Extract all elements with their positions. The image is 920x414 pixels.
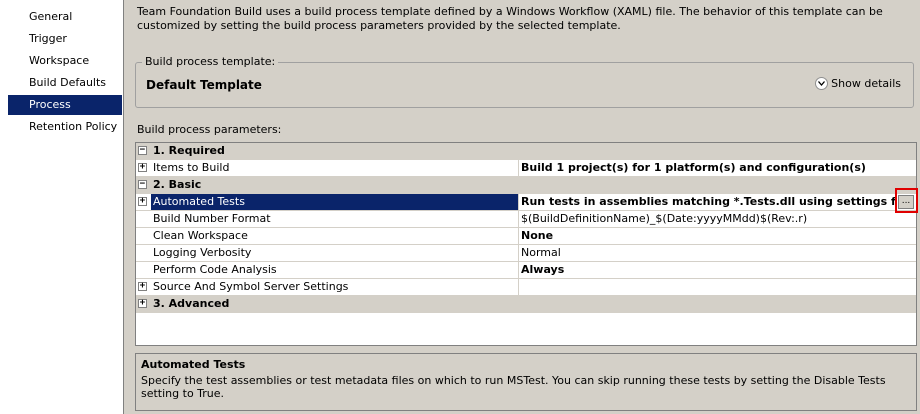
expand-icon[interactable]: + — [138, 163, 147, 172]
property-name: Logging Verbosity — [153, 246, 252, 259]
intro-text: Team Foundation Build uses a build proce… — [137, 5, 883, 32]
property-row-items-to-build[interactable]: + Items to Build Build 1 project(s) for … — [136, 160, 916, 177]
property-value[interactable]: Always — [521, 262, 916, 278]
nav-item-build-defaults[interactable]: Build Defaults — [8, 73, 122, 93]
column-separator — [518, 228, 519, 244]
description-title: Automated Tests — [141, 358, 246, 371]
nav-item-process[interactable]: Process — [8, 95, 122, 115]
property-name: Automated Tests — [151, 194, 518, 210]
template-legend: Build process template: — [142, 55, 279, 68]
nav-item-retention-policy[interactable]: Retention Policy — [8, 117, 122, 137]
expand-icon[interactable]: + — [138, 282, 147, 291]
property-value[interactable]: Normal — [521, 245, 916, 261]
description-text: Specify the test assemblies or test meta… — [141, 374, 886, 400]
category-label: 1. Required — [153, 144, 225, 157]
category-label: 3. Advanced — [153, 297, 230, 310]
category-label: 2. Basic — [153, 178, 202, 191]
property-row-automated-tests[interactable]: + Automated Tests Run tests in assemblie… — [136, 194, 916, 211]
property-value[interactable] — [521, 279, 916, 295]
property-value[interactable]: None — [521, 228, 916, 244]
column-separator — [518, 194, 519, 210]
show-details-label: Show details — [831, 77, 901, 90]
show-details-button[interactable]: Show details — [815, 77, 901, 90]
expand-icon[interactable]: + — [138, 197, 147, 206]
column-separator — [518, 279, 519, 295]
column-separator — [518, 245, 519, 261]
description-pane: Automated Tests Specify the test assembl… — [135, 353, 917, 411]
template-name: Default Template — [146, 78, 262, 92]
template-group: Build process template: Default Template… — [135, 55, 914, 108]
property-value[interactable]: Build 1 project(s) for 1 platform(s) and… — [521, 160, 916, 176]
column-separator — [518, 160, 519, 176]
nav-item-workspace[interactable]: Workspace — [8, 51, 122, 71]
property-value[interactable]: Run tests in assemblies matching *.Tests… — [521, 194, 896, 210]
property-row-source-symbol-settings[interactable]: + Source And Symbol Server Settings — [136, 279, 916, 296]
ellipsis-button[interactable]: ... — [898, 195, 914, 209]
property-name: Items to Build — [153, 161, 230, 174]
property-name: Perform Code Analysis — [153, 263, 277, 276]
category-basic[interactable]: − 2. Basic — [136, 177, 916, 194]
category-advanced[interactable]: + 3. Advanced — [136, 296, 916, 313]
property-row-logging-verbosity[interactable]: Logging Verbosity Normal — [136, 245, 916, 262]
params-label: Build process parameters: — [137, 123, 282, 136]
column-separator — [518, 262, 519, 278]
property-name: Build Number Format — [153, 212, 271, 225]
expand-icon[interactable]: + — [138, 299, 147, 308]
nav-item-trigger[interactable]: Trigger — [8, 29, 122, 49]
process-panel: Team Foundation Build uses a build proce… — [124, 0, 920, 414]
property-row-clean-workspace[interactable]: Clean Workspace None — [136, 228, 916, 245]
property-name: Clean Workspace — [153, 229, 248, 242]
column-separator — [518, 211, 519, 227]
chevron-down-icon — [815, 77, 829, 90]
category-required[interactable]: − 1. Required — [136, 143, 916, 160]
property-grid: − 1. Required + Items to Build Build 1 p… — [135, 142, 917, 346]
property-name: Source And Symbol Server Settings — [153, 280, 349, 293]
property-row-build-number-format[interactable]: Build Number Format $(BuildDefinitionNam… — [136, 211, 916, 228]
nav-item-general[interactable]: General — [8, 7, 122, 27]
collapse-icon[interactable]: − — [138, 180, 147, 189]
collapse-icon[interactable]: − — [138, 146, 147, 155]
navigation-panel: General Trigger Workspace Build Defaults… — [0, 0, 124, 414]
property-row-perform-code-analysis[interactable]: Perform Code Analysis Always — [136, 262, 916, 279]
property-value[interactable]: $(BuildDefinitionName)_$(Date:yyyyMMdd)$… — [521, 211, 916, 227]
